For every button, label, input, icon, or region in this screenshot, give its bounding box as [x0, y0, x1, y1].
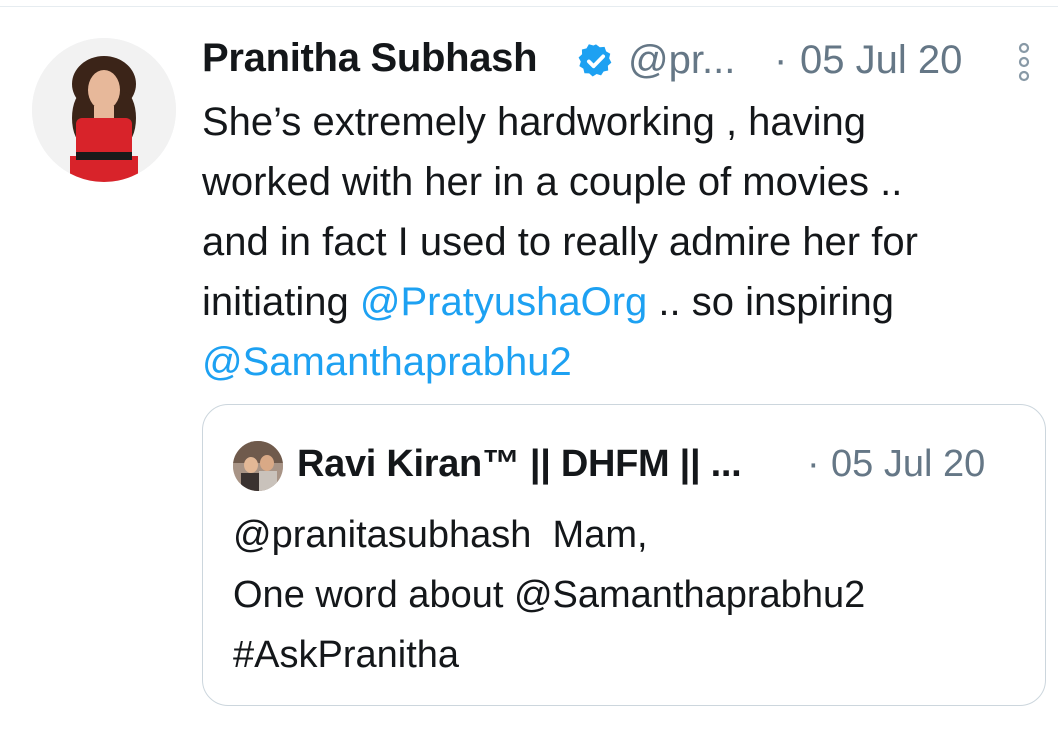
top-divider — [0, 6, 1058, 7]
quoted-tweet-body: @pranitasubhash Mam, One word about @Sam… — [233, 505, 1033, 685]
avatar-photo — [32, 38, 176, 182]
tweet-line: worked with her in a couple of movies .. — [202, 160, 903, 204]
tweet-line: @Samanthaprabhu2 — [202, 332, 1042, 392]
quoted-author-avatar[interactable] — [233, 441, 283, 491]
quoted-author-name[interactable]: Ravi Kiran™ || DHFM || ... — [297, 443, 742, 486]
quoted-header-separator: · — [807, 443, 820, 485]
mention-link-samanthaprabhu2[interactable]: @Samanthaprabhu2 — [202, 340, 572, 384]
quoted-avatar-photo — [233, 441, 283, 491]
quoted-tweet-line: One word about @Samanthaprabhu2 — [233, 574, 866, 616]
tweet-header: Pranitha Subhash @pr... · 05 Jul 20 — [202, 32, 1042, 88]
tweet-text-segment: initiating — [202, 280, 360, 324]
header-separator: · — [774, 38, 788, 82]
more-options-icon[interactable] — [1014, 40, 1034, 84]
tweet-body: She’s extremely hardworking , having wor… — [202, 92, 1042, 392]
tweet-line: and in fact I used to really admire her … — [202, 220, 918, 264]
tweet-line: She’s extremely hardworking , having — [202, 100, 867, 144]
author-name[interactable]: Pranitha Subhash — [202, 36, 538, 81]
quoted-tweet-timestamp[interactable]: 05 Jul 20 — [831, 443, 985, 486]
quoted-tweet-card[interactable]: Ravi Kiran™ || DHFM || ... · 05 Jul 20 @… — [202, 404, 1046, 706]
quoted-tweet-line: #AskPranitha — [233, 634, 460, 676]
quoted-tweet-line: @pranitasubhash Mam, — [233, 514, 648, 556]
tweet-text-segment: .. so inspiring — [647, 280, 895, 324]
tweet-timestamp[interactable]: 05 Jul 20 — [800, 38, 962, 83]
tweet-line: initiating @PratyushaOrg .. so inspiring — [202, 272, 1042, 332]
mention-link-pratyushaorg[interactable]: @PratyushaOrg — [360, 280, 647, 324]
author-avatar[interactable] — [32, 38, 176, 182]
author-handle[interactable]: @pr... — [628, 38, 735, 83]
verified-badge-icon — [578, 44, 612, 77]
